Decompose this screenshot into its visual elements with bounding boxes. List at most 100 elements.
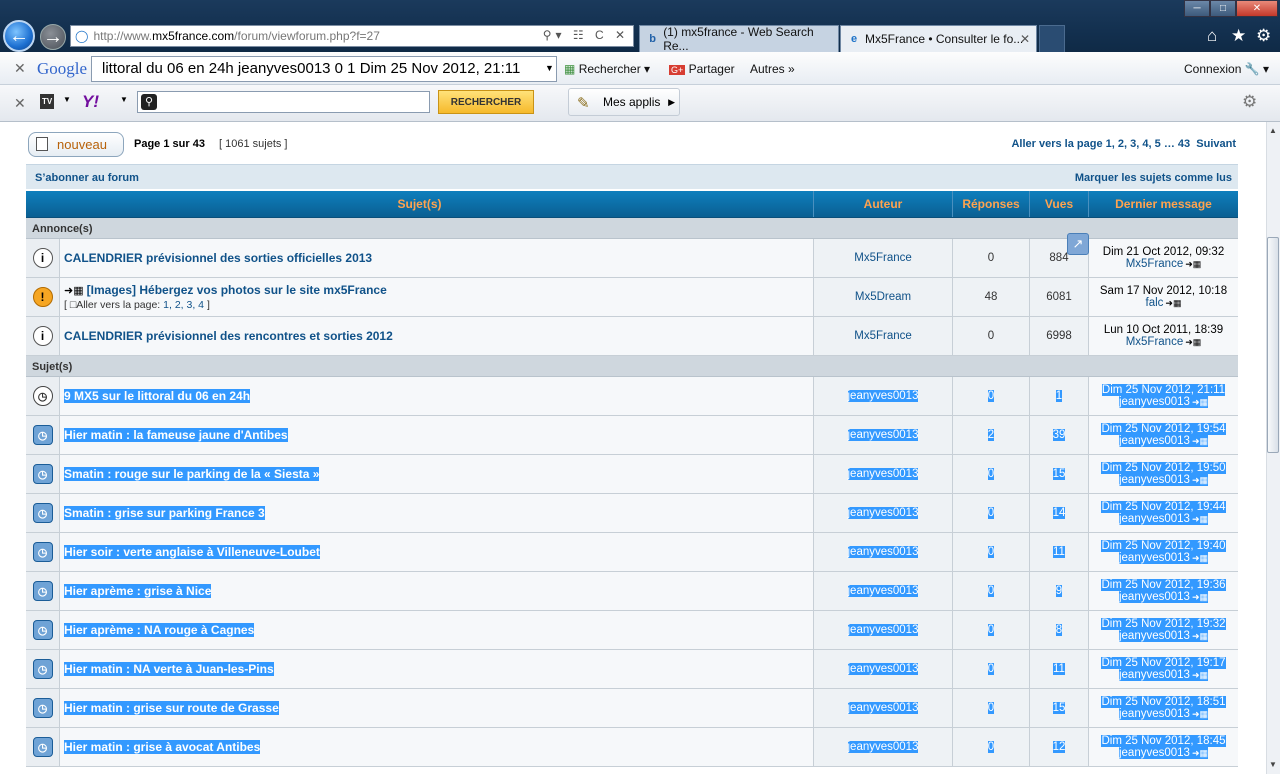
- column-header[interactable]: Dernier message: [1089, 191, 1238, 217]
- topic-row[interactable]: ◷ Hier soir : verte anglaise à Villeneuve…: [26, 533, 1238, 572]
- more-button[interactable]: Autres »: [750, 62, 795, 76]
- mark-read-link[interactable]: Marquer les sujets comme lus: [1075, 172, 1232, 184]
- scroll-up-icon[interactable]: ▲: [1269, 126, 1277, 135]
- author-link[interactable]: jeanyves0013: [847, 702, 919, 714]
- minimize-icon[interactable]: ─: [1184, 0, 1210, 17]
- scrollbar-thumb[interactable]: [1267, 237, 1279, 453]
- favorites-star-icon[interactable]: ★: [1231, 26, 1246, 46]
- toolbar-settings-icon[interactable]: ⚙: [1242, 92, 1257, 112]
- topic-title-link[interactable]: Hier matin : la fameuse jaune d'Antibes: [64, 428, 288, 442]
- close-toolbar-icon[interactable]: ✕: [14, 95, 26, 112]
- topic-row[interactable]: ◷ Hier matin : grise sur route de Grasse j…: [26, 689, 1238, 728]
- author-link[interactable]: Mx5France: [854, 330, 912, 342]
- share-button[interactable]: G+ Partager: [669, 62, 735, 76]
- goto-last-post-icon[interactable]: ➜▦: [1192, 592, 1208, 602]
- topic-title-link[interactable]: 9 MX5 sur le littoral du 06 en 24h: [64, 389, 251, 403]
- goto-last-post-icon[interactable]: ➜▦: [1192, 475, 1208, 485]
- author-link[interactable]: jeanyves0013: [847, 546, 919, 558]
- tab-mx5france[interactable]: e Mx5France • Consulter le fo... ✕: [840, 25, 1037, 52]
- tv-icon[interactable]: TV: [40, 94, 55, 109]
- topic-title-link[interactable]: Hier soir : verte anglaise à Villeneuve-…: [64, 545, 320, 559]
- topic-title-link[interactable]: Hier aprème : NA rouge à Cagnes: [64, 623, 255, 637]
- new-post-icon[interactable]: ➜▦: [64, 285, 87, 297]
- back-button[interactable]: ←: [3, 20, 35, 52]
- yahoo-logo[interactable]: Y!: [82, 92, 99, 112]
- dropdown-icon[interactable]: ▼: [545, 63, 554, 73]
- subscribe-link[interactable]: S’abonner au forum: [35, 172, 139, 184]
- last-poster-link[interactable]: falc: [1146, 297, 1164, 309]
- goto-last-post-icon[interactable]: ➜▦: [1192, 514, 1208, 524]
- last-poster-link[interactable]: jeanyves0013: [1118, 630, 1190, 642]
- goto-last-post-icon[interactable]: ➜▦: [1192, 709, 1208, 719]
- last-poster-link[interactable]: jeanyves0013: [1118, 474, 1190, 486]
- goto-last-post-icon[interactable]: ➜▦: [1185, 337, 1201, 347]
- goto-last-post-icon[interactable]: ➜▦: [1192, 631, 1208, 641]
- topic-row[interactable]: ◷ Hier matin : NA verte à Juan-les-Pins je…: [26, 650, 1238, 689]
- yahoo-search-input[interactable]: ⚲: [137, 91, 430, 113]
- goto-last-post-icon[interactable]: ➜▦: [1185, 259, 1201, 269]
- dropdown-icon[interactable]: ▼: [63, 95, 71, 104]
- goto-pages-links[interactable]: 1, 2, 3, 4: [163, 299, 204, 311]
- next-page-link[interactable]: Suivant: [1196, 138, 1236, 150]
- topic-row[interactable]: ◷ Hier aprème : grise à Nice jeanyves0013 0…: [26, 572, 1238, 611]
- topic-title-link[interactable]: Hier matin : grise sur route de Grasse: [64, 701, 279, 715]
- google-search-input[interactable]: littoral du 06 en 24h jeanyves0013 0 1 D…: [91, 56, 557, 82]
- google-search-button[interactable]: ▦ Rechercher ▾: [564, 62, 650, 76]
- dropdown-icon[interactable]: ▼: [120, 95, 128, 104]
- goto-last-post-icon[interactable]: ➜▦: [1192, 748, 1208, 758]
- author-link[interactable]: jeanyves0013: [847, 663, 919, 675]
- page-link-4[interactable]: 4: [1142, 138, 1148, 150]
- topic-title-link[interactable]: Smatin : rouge sur le parking de la « Si…: [64, 467, 320, 481]
- topic-title-link[interactable]: Hier aprème : grise à Nice: [64, 584, 212, 598]
- page-link-last[interactable]: 43: [1178, 138, 1190, 150]
- author-link[interactable]: jeanyves0013: [847, 429, 919, 441]
- topic-row[interactable]: ◷ Hier aprème : NA rouge à Cagnes jeanyves…: [26, 611, 1238, 650]
- page-link-5[interactable]: 5: [1155, 138, 1161, 150]
- topic-title-link[interactable]: CALENDRIER prévisionnel des rencontres e…: [64, 329, 393, 343]
- announcement-row[interactable]: ! ➜▦ [Images] Hébergez vos photos sur le …: [26, 278, 1238, 317]
- page-link-3[interactable]: 3: [1130, 138, 1136, 150]
- last-poster-link[interactable]: Mx5France: [1126, 336, 1184, 348]
- last-poster-link[interactable]: Mx5France: [1126, 258, 1184, 270]
- topic-title-link[interactable]: Hier matin : NA verte à Juan-les-Pins: [64, 662, 274, 676]
- last-poster-link[interactable]: jeanyves0013: [1118, 513, 1190, 525]
- topic-title-link[interactable]: Smatin : grise sur parking France 3: [64, 506, 265, 520]
- author-link[interactable]: Mx5France: [854, 252, 912, 264]
- last-poster-link[interactable]: jeanyves0013: [1118, 747, 1190, 759]
- address-tools-icon[interactable]: ⚲▾ ☷ C ✕: [543, 28, 629, 42]
- topic-title-link[interactable]: CALENDRIER prévisionnel des sorties offi…: [64, 251, 372, 265]
- close-window-icon[interactable]: ✕: [1236, 0, 1278, 17]
- author-link[interactable]: Mx5Dream: [855, 291, 911, 303]
- topic-row[interactable]: ◷ Smatin : grise sur parking France 3 jean…: [26, 494, 1238, 533]
- author-link[interactable]: jeanyves0013: [847, 507, 919, 519]
- last-poster-link[interactable]: jeanyves0013: [1118, 669, 1190, 681]
- page-link-1[interactable]: 1: [1106, 138, 1112, 150]
- close-toolbar-icon[interactable]: ✕: [14, 60, 26, 77]
- new-topic-button[interactable]: nouveau: [28, 132, 124, 157]
- forward-button[interactable]: →: [40, 24, 66, 50]
- home-icon[interactable]: ⌂: [1207, 26, 1217, 46]
- last-poster-link[interactable]: jeanyves0013: [1118, 708, 1190, 720]
- my-apps-button[interactable]: ✎ Mes applis ▶: [568, 88, 680, 116]
- maximize-icon[interactable]: □: [1210, 0, 1236, 17]
- goto-last-post-icon[interactable]: ➜▦: [1165, 298, 1181, 308]
- goto-last-post-icon[interactable]: ➜▦: [1192, 553, 1208, 563]
- tab-bing[interactable]: b (1) mx5france - Web Search Re...: [639, 25, 839, 53]
- goto-last-post-icon[interactable]: ➜▦: [1192, 670, 1208, 680]
- column-header[interactable]: Sujet(s): [26, 191, 814, 217]
- close-tab-icon[interactable]: ✕: [1020, 32, 1030, 46]
- goto-last-post-icon[interactable]: ➜▦: [1192, 436, 1208, 446]
- last-poster-link[interactable]: jeanyves0013: [1118, 435, 1190, 447]
- author-link[interactable]: jeanyves0013: [847, 585, 919, 597]
- last-poster-link[interactable]: jeanyves0013: [1118, 396, 1190, 408]
- topic-row[interactable]: ◷ 9 MX5 sur le littoral du 06 en 24h jeany…: [26, 377, 1238, 416]
- tools-gear-icon[interactable]: ⚙: [1256, 26, 1271, 46]
- signin-button[interactable]: Connexion 🔧 ▾: [1184, 62, 1269, 76]
- column-header[interactable]: Réponses: [953, 191, 1030, 217]
- page-link-2[interactable]: 2: [1118, 138, 1124, 150]
- scroll-down-icon[interactable]: ▼: [1269, 760, 1277, 769]
- topic-title-link[interactable]: [Images] Hébergez vos photos sur le site…: [87, 283, 387, 297]
- topic-row[interactable]: ◷ Smatin : rouge sur le parking de la « S…: [26, 455, 1238, 494]
- new-tab-button[interactable]: [1039, 25, 1065, 52]
- announcement-row[interactable]: i CALENDRIER prévisionnel des rencontres …: [26, 317, 1238, 356]
